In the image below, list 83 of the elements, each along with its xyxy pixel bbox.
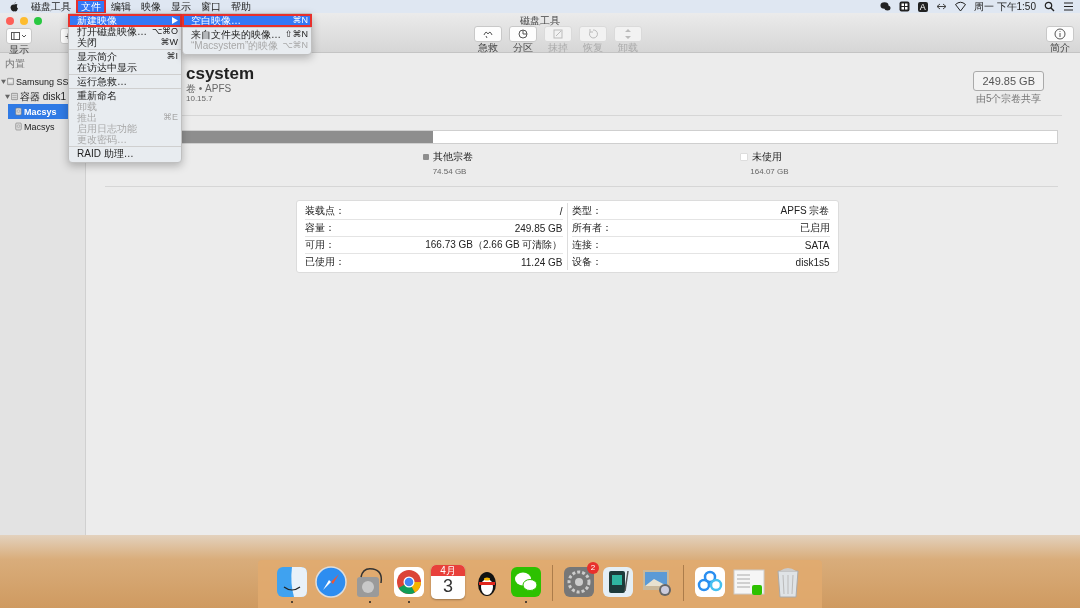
cloud-rings-icon[interactable]: [693, 565, 727, 599]
compass-icon[interactable]: [314, 565, 348, 599]
finder-icon[interactable]: [275, 565, 309, 599]
submenu-arrow-icon: [172, 17, 178, 24]
legend-label: 其他宗卷: [432, 150, 473, 164]
menu-item[interactable]: 显示简介 ⌘I: [69, 51, 181, 62]
legend-label: 未使用: [752, 150, 783, 164]
menu-item[interactable]: 在访达中显示: [69, 62, 181, 73]
detail-label: 设备：: [571, 255, 602, 269]
menu-item[interactable]: RAID 助理…: [69, 148, 181, 159]
pie-chart-icon: [516, 28, 530, 40]
calendar-icon[interactable]: 4月 3: [431, 565, 465, 599]
container-icon: [11, 92, 18, 101]
chat-bubbles-icon[interactable]: [509, 565, 543, 599]
menu-title[interactable]: 映像: [137, 0, 165, 13]
info-button[interactable]: [1046, 26, 1074, 42]
menu-bar-clock[interactable]: 周一 下午1:50: [973, 0, 1036, 14]
toolbar-label: 简介: [1050, 43, 1070, 53]
browser-icon[interactable]: [392, 565, 426, 599]
menu-title[interactable]: 文件: [77, 0, 105, 13]
sidebar-icon: [11, 32, 27, 40]
undo-arrow-icon: [586, 28, 600, 40]
detail-value: /: [559, 205, 563, 217]
grid-icon[interactable]: [898, 1, 910, 12]
legend-size: 164.07 GB: [749, 167, 790, 176]
toolbar-button[interactable]: [509, 26, 537, 42]
list-icon[interactable]: [1063, 1, 1074, 12]
notification-badge: 2: [587, 562, 599, 574]
disclosure-icon[interactable]: [5, 94, 10, 99]
detail-label: 容量：: [304, 221, 335, 235]
detail-value: 11.24 GB: [521, 256, 563, 268]
tablet-pen-icon[interactable]: [601, 565, 635, 599]
menu-item[interactable]: 来自文件夹的映像… ⇧⌘N: [183, 29, 312, 40]
detail-label: 所有者：: [571, 221, 612, 235]
sidebar-section-title: 内置: [4, 57, 25, 71]
menu-title[interactable]: 显示: [167, 0, 195, 13]
detail-label: 装载点：: [304, 204, 345, 218]
menu-item[interactable]: 关闭 ⌘W: [69, 37, 181, 48]
capacity-box: 249.85 GB: [973, 71, 1044, 91]
detail-value: 249.85 GB: [514, 222, 563, 234]
menu-item[interactable]: 打开磁盘映像… ⌥⌘O: [69, 26, 181, 37]
input-method-indicator[interactable]: A: [917, 1, 928, 12]
detail-value: 166.73 GB（2.66 GB 可清除）: [425, 238, 563, 252]
wifi-icon[interactable]: [954, 1, 966, 12]
drive-icon: [7, 77, 14, 86]
window-title: 磁盘工具: [520, 15, 560, 26]
detail-label: 连接：: [571, 238, 602, 252]
toolbar-button[interactable]: [474, 26, 502, 42]
detail-label: 类型：: [571, 204, 602, 218]
detail-value: disk1s5: [795, 256, 830, 268]
disclosure-icon[interactable]: [1, 79, 6, 84]
menu-item[interactable]: 重新命名: [69, 90, 181, 101]
detail-value: APFS 宗卷: [780, 204, 830, 218]
gear-icon[interactable]: [562, 565, 596, 599]
sidebar-view-button[interactable]: [6, 28, 32, 44]
detail-value: SATA: [804, 239, 830, 251]
menu-item[interactable]: 空白映像… ⌘N: [183, 15, 312, 26]
toolbar-label: 急救: [478, 43, 498, 53]
detail-label: 可用：: [304, 238, 335, 252]
search-icon[interactable]: [1044, 1, 1055, 12]
capacity-note: 由5个宗卷共享: [975, 92, 1042, 106]
volume-name: csystem: [186, 65, 255, 83]
toolbar-label: 显示: [9, 45, 29, 55]
pencil-square-icon: [551, 28, 565, 40]
volume-type: 卷 • APFS: [186, 83, 233, 94]
menu-title[interactable]: 窗口: [197, 0, 225, 13]
detail-label: 已使用：: [304, 255, 345, 269]
menu-title[interactable]: 帮助: [227, 0, 255, 13]
detail-value: 已启用: [799, 221, 830, 235]
chat-icon[interactable]: [879, 1, 891, 12]
volume-icon: [15, 122, 22, 131]
arrows-icon[interactable]: [935, 1, 947, 12]
menu-item[interactable]: 新建映像: [69, 15, 181, 26]
legend-size: 74.54 GB: [431, 167, 468, 176]
volume-icon: [15, 107, 22, 116]
toolbar-label: 分区: [513, 43, 533, 53]
close-button[interactable]: [6, 17, 14, 25]
menu-title[interactable]: 磁盘工具: [27, 0, 75, 13]
apple-icon[interactable]: [10, 1, 19, 12]
volume-version: 10.15.7: [186, 94, 214, 103]
info-icon: [1053, 28, 1067, 40]
menu-title[interactable]: 编辑: [107, 0, 135, 13]
menu-item[interactable]: 运行急救…: [69, 76, 181, 87]
